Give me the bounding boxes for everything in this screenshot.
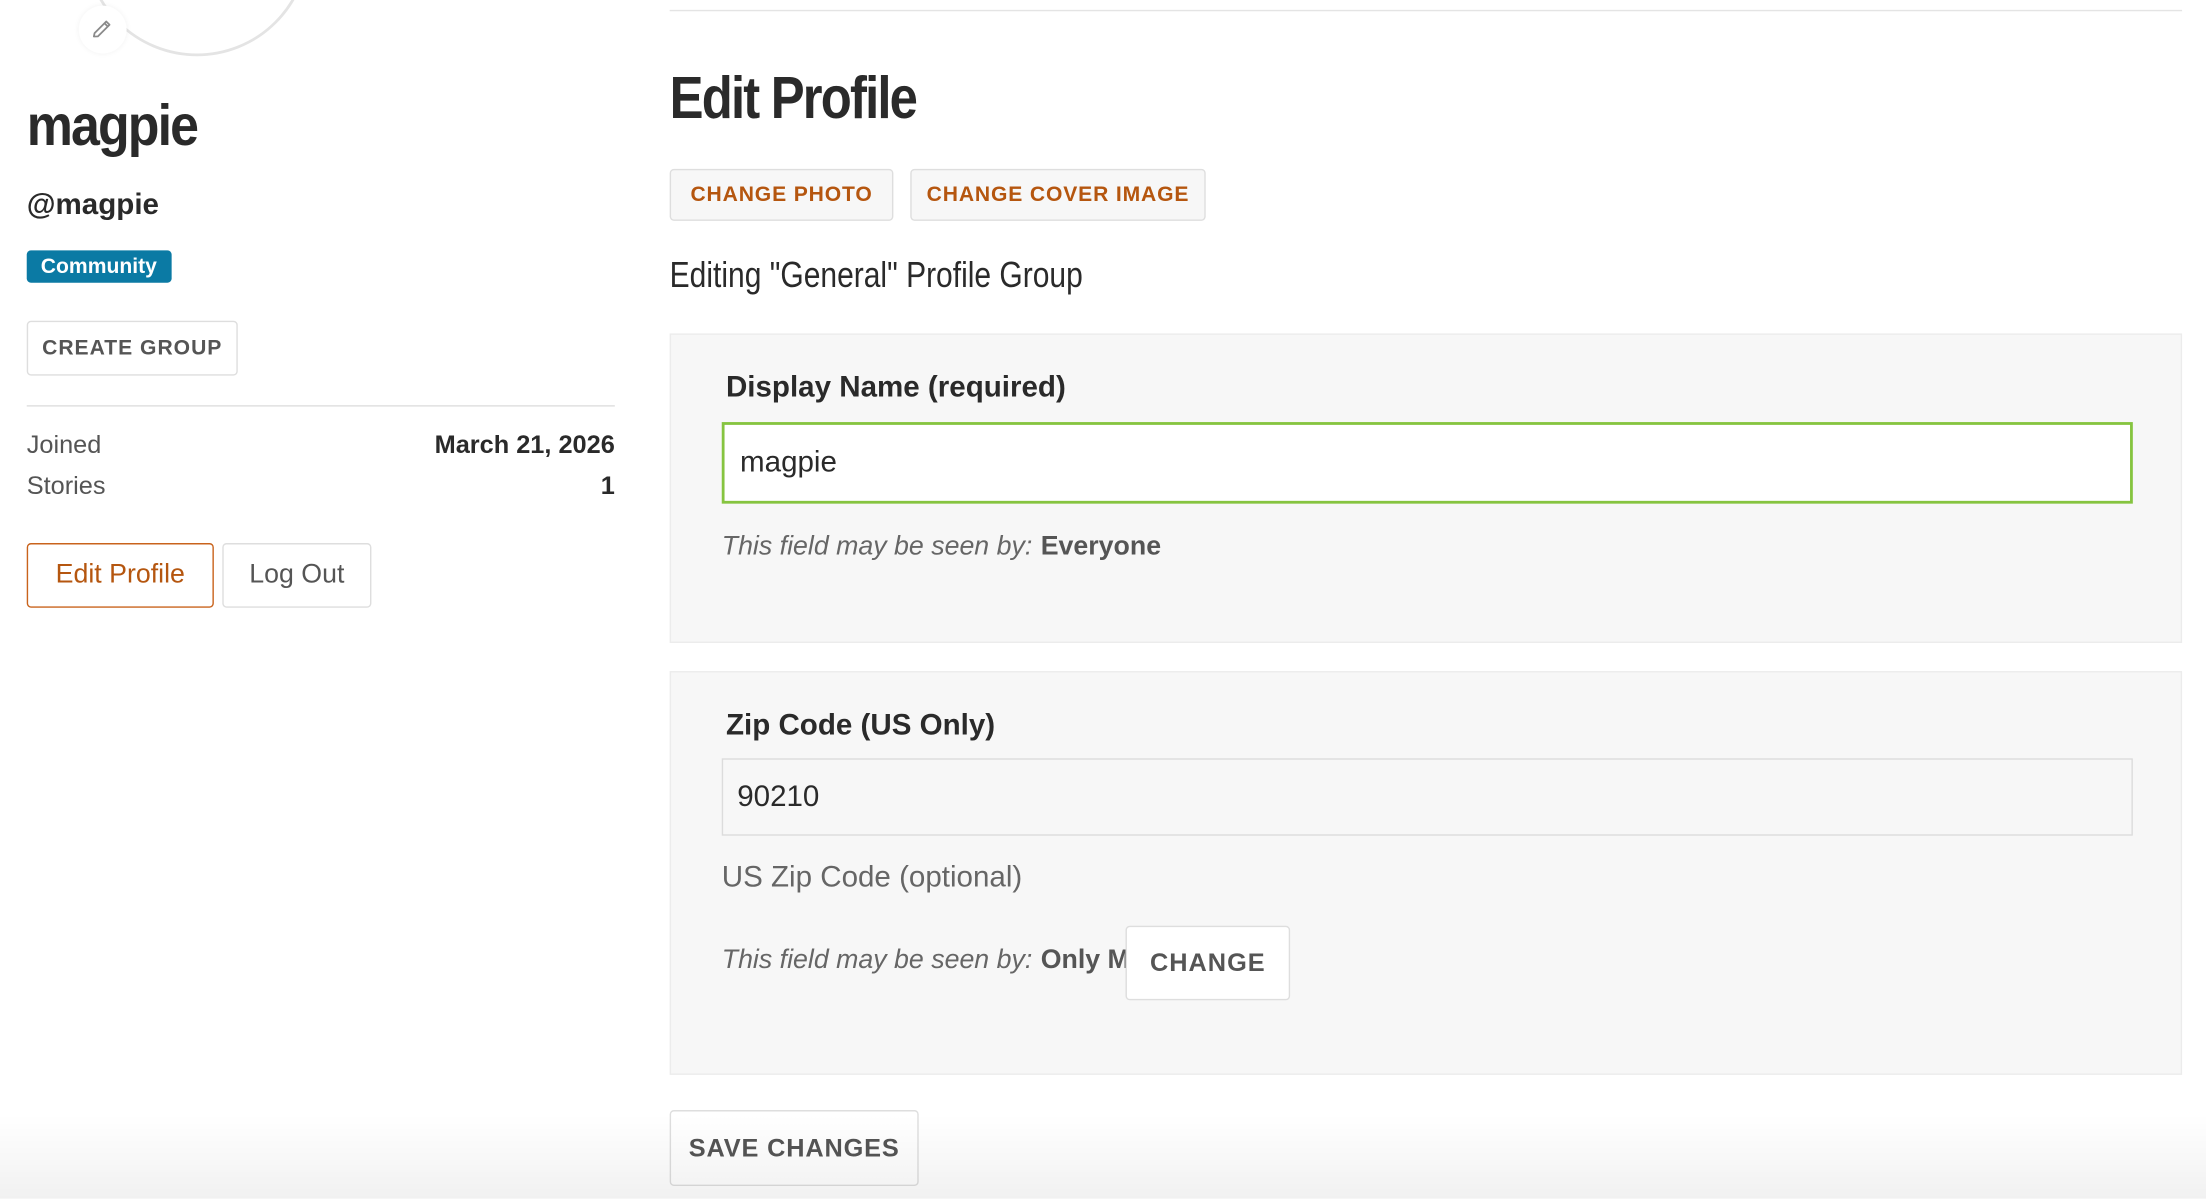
page-title: Edit Profile bbox=[669, 64, 918, 131]
log-out-button[interactable]: Log Out bbox=[222, 543, 372, 608]
stat-label-joined: Joined bbox=[26, 430, 102, 459]
bottom-fade bbox=[0, 1114, 2206, 1199]
stat-label-stories: Stories bbox=[26, 471, 106, 500]
display-name-input[interactable] bbox=[721, 422, 2133, 504]
create-group-button[interactable]: CREATE GROUP bbox=[26, 320, 238, 376]
zip-code-label: Zip Code (US Only) bbox=[725, 709, 996, 742]
save-changes-button[interactable]: SAVE CHANGES bbox=[669, 1110, 919, 1187]
stat-value-joined: March 21, 2026 bbox=[434, 430, 615, 459]
page-root: magpie @magpie Community CREATE GROUP Jo… bbox=[0, 0, 2206, 1199]
edit-profile-button[interactable]: Edit Profile bbox=[26, 543, 214, 608]
profile-handle: @magpie bbox=[26, 188, 159, 221]
zip-code-field-panel: Zip Code (US Only) US Zip Code (optional… bbox=[669, 671, 2183, 1075]
top-divider bbox=[669, 9, 2183, 12]
pencil-icon bbox=[92, 20, 111, 38]
zip-code-input[interactable] bbox=[721, 758, 2133, 836]
profile-display-name: magpie bbox=[26, 92, 199, 158]
visibility-prefix: This field may be seen by: bbox=[721, 531, 1033, 562]
stat-value-stories: 1 bbox=[600, 471, 615, 500]
sidebar-divider bbox=[26, 405, 615, 407]
change-photo-button[interactable]: CHANGE PHOTO bbox=[669, 168, 894, 221]
visibility-level: Everyone bbox=[1040, 531, 1162, 562]
member-type-badge[interactable]: Community bbox=[26, 250, 171, 283]
avatar-edit-button[interactable] bbox=[78, 5, 127, 54]
profile-group-heading: Editing "General" Profile Group bbox=[669, 253, 1083, 296]
zip-code-visibility: This field may be seen by: Only Me bbox=[722, 945, 1145, 976]
change-visibility-button[interactable]: CHANGE bbox=[1125, 925, 1291, 1001]
zip-code-help-text: US Zip Code (optional) bbox=[721, 861, 1023, 894]
change-cover-image-button[interactable]: CHANGE COVER IMAGE bbox=[910, 168, 1206, 221]
display-name-visibility: This field may be seen by: Everyone bbox=[722, 532, 1161, 563]
display-name-field-panel: Display Name (required) This field may b… bbox=[669, 333, 2183, 643]
display-name-label: Display Name (required) bbox=[725, 371, 1066, 404]
visibility-prefix: This field may be seen by: bbox=[721, 945, 1033, 975]
